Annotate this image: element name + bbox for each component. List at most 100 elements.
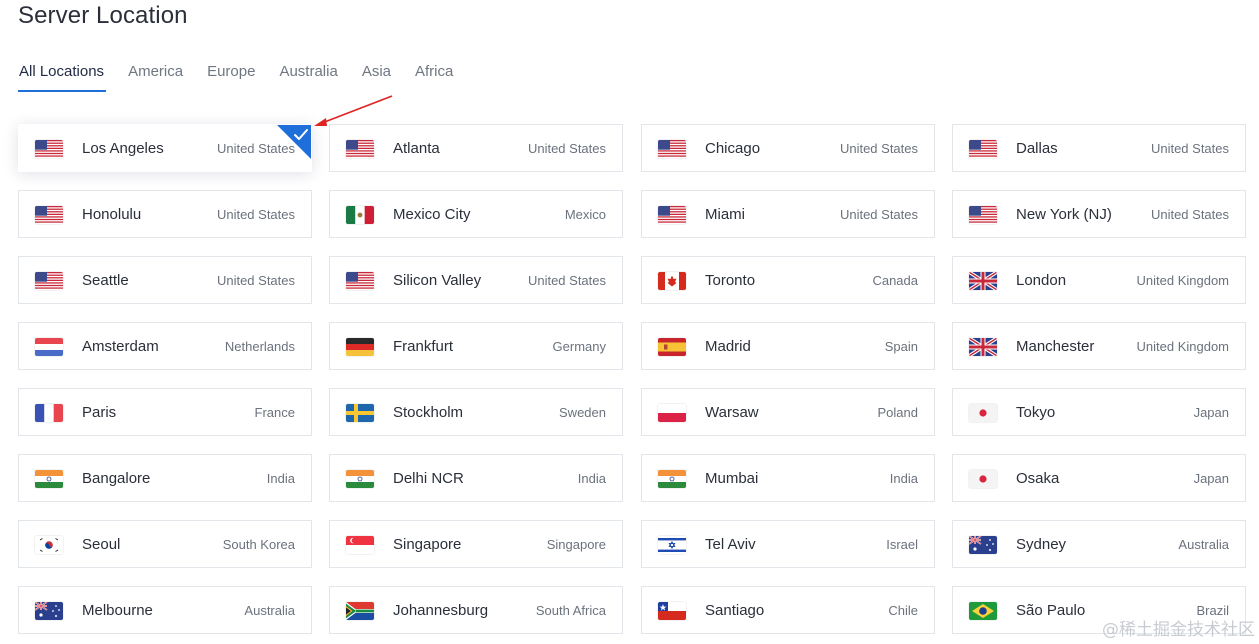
location-card-stockholm[interactable]: Stockholm Sweden [329, 388, 623, 436]
location-card-bangalore[interactable]: Bangalore India [18, 454, 312, 502]
location-card-manchester[interactable]: Manchester United Kingdom [952, 322, 1246, 370]
location-city: Singapore [393, 536, 462, 553]
kr-flag-icon [35, 536, 63, 554]
location-country: United Kingdom [1136, 273, 1230, 288]
location-card-honolulu[interactable]: Honolulu United States [18, 190, 312, 238]
location-card-seoul[interactable]: Seoul South Korea [18, 520, 312, 568]
location-card-tokyo[interactable]: Tokyo Japan [952, 388, 1246, 436]
gb-flag-icon [969, 272, 997, 290]
tab-all-locations[interactable]: All Locations [18, 62, 107, 92]
location-card-new-york-nj[interactable]: New York (NJ) United States [952, 190, 1246, 238]
location-card-tel-aviv[interactable]: Tel Aviv Israel [641, 520, 935, 568]
location-card-chicago[interactable]: Chicago United States [641, 124, 935, 172]
location-city: Mexico City [393, 206, 471, 223]
location-card-osaka[interactable]: Osaka Japan [952, 454, 1246, 502]
location-country: India [266, 471, 295, 486]
location-city: Chicago [705, 140, 761, 157]
es-flag-icon [658, 338, 686, 356]
tab-africa[interactable]: Africa [414, 62, 454, 92]
location-country: Mexico [564, 207, 606, 222]
location-country: Israel [886, 537, 918, 552]
location-country: United States [839, 207, 918, 222]
location-card-toronto[interactable]: Toronto Canada [641, 256, 935, 304]
location-city: London [1016, 272, 1067, 289]
location-city: Miami [705, 206, 745, 223]
location-city: Delhi NCR [393, 470, 464, 487]
tab-europe[interactable]: Europe [206, 62, 256, 92]
us-flag-icon [35, 206, 63, 224]
location-card-miami[interactable]: Miami United States [641, 190, 935, 238]
gb-flag-icon [969, 338, 997, 356]
location-card-santiago[interactable]: Santiago Chile [641, 586, 935, 634]
location-country: India [889, 471, 918, 486]
location-country: South Korea [222, 537, 295, 552]
location-city: Madrid [705, 338, 751, 355]
location-country: United States [1150, 141, 1229, 156]
location-city: Melbourne [82, 602, 153, 619]
us-flag-icon [969, 140, 997, 158]
us-flag-icon [658, 206, 686, 224]
location-card-frankfurt[interactable]: Frankfurt Germany [329, 322, 623, 370]
location-country: United Kingdom [1136, 339, 1230, 354]
location-city: Tokyo [1016, 404, 1056, 421]
location-city: Silicon Valley [393, 272, 482, 289]
location-city: Mumbai [705, 470, 759, 487]
in-flag-icon [658, 470, 686, 488]
fr-flag-icon [35, 404, 63, 422]
location-country: South Africa [535, 603, 606, 618]
location-card-silicon-valley[interactable]: Silicon Valley United States [329, 256, 623, 304]
location-card-mumbai[interactable]: Mumbai India [641, 454, 935, 502]
location-country: United States [839, 141, 918, 156]
location-card-johannesburg[interactable]: Johannesburg South Africa [329, 586, 623, 634]
mx-flag-icon [346, 206, 374, 224]
location-city: Dallas [1016, 140, 1058, 157]
sg-flag-icon [346, 536, 374, 554]
location-card-mexico-city[interactable]: Mexico City Mexico [329, 190, 623, 238]
location-country: United States [1150, 207, 1229, 222]
location-city: Manchester [1016, 338, 1095, 355]
location-country: United States [216, 273, 295, 288]
br-flag-icon [969, 602, 997, 620]
location-city: Toronto [705, 272, 756, 289]
location-country: Singapore [546, 537, 606, 552]
location-country: Canada [872, 273, 918, 288]
au-flag-icon [35, 602, 63, 620]
location-card-london[interactable]: London United Kingdom [952, 256, 1246, 304]
location-card-los-angeles[interactable]: Los Angeles United States [18, 124, 312, 172]
location-card-delhi-ncr[interactable]: Delhi NCR India [329, 454, 623, 502]
location-city: Los Angeles [82, 140, 164, 157]
location-city: New York (NJ) [1016, 206, 1112, 223]
jp-flag-icon [969, 404, 997, 422]
il-flag-icon [658, 536, 686, 554]
location-card-amsterdam[interactable]: Amsterdam Netherlands [18, 322, 312, 370]
location-card-dallas[interactable]: Dallas United States [952, 124, 1246, 172]
location-card-warsaw[interactable]: Warsaw Poland [641, 388, 935, 436]
location-city: Stockholm [393, 404, 464, 421]
location-country: Germany [552, 339, 606, 354]
us-flag-icon [658, 140, 686, 158]
us-flag-icon [346, 272, 374, 290]
ca-flag-icon [658, 272, 686, 290]
tab-australia[interactable]: Australia [278, 62, 338, 92]
tab-asia[interactable]: Asia [361, 62, 392, 92]
location-city: Seoul [82, 536, 121, 553]
location-city: Santiago [705, 602, 765, 619]
annotation-arrow-icon [314, 95, 393, 126]
location-city: Osaka [1016, 470, 1060, 487]
location-city: Sydney [1016, 536, 1067, 553]
location-card-seattle[interactable]: Seattle United States [18, 256, 312, 304]
location-city: Honolulu [82, 206, 142, 223]
location-card-melbourne[interactable]: Melbourne Australia [18, 586, 312, 634]
tab-america[interactable]: America [127, 62, 184, 92]
region-tabs: All Locations America Europe Australia A… [18, 62, 476, 92]
location-card-sydney[interactable]: Sydney Australia [952, 520, 1246, 568]
location-country: Poland [877, 405, 918, 420]
de-flag-icon [346, 338, 374, 356]
location-country: India [577, 471, 606, 486]
location-city: Paris [82, 404, 117, 421]
location-card-singapore[interactable]: Singapore Singapore [329, 520, 623, 568]
location-card-paris[interactable]: Paris France [18, 388, 312, 436]
us-flag-icon [35, 272, 63, 290]
location-card-madrid[interactable]: Madrid Spain [641, 322, 935, 370]
location-country: Australia [1178, 537, 1229, 552]
